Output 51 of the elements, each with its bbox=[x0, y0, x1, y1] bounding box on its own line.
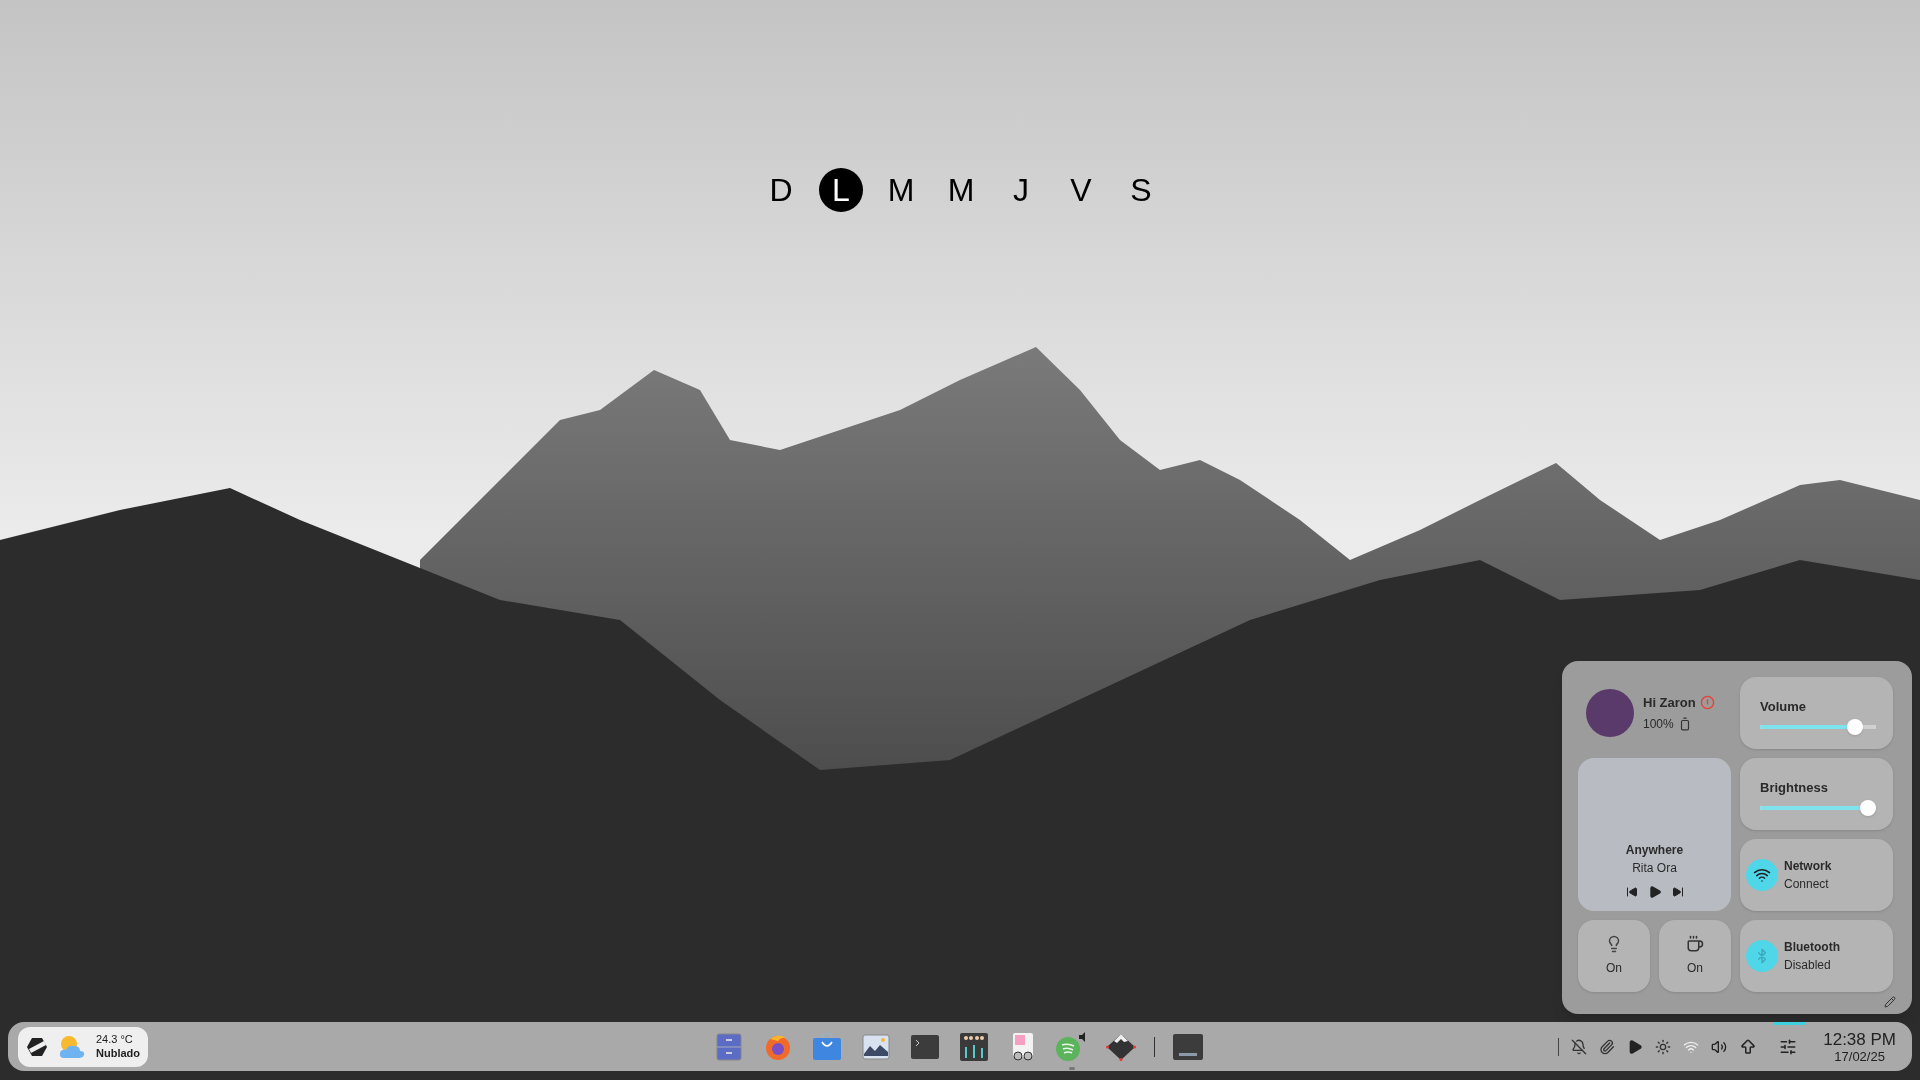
weekday: M bbox=[886, 171, 916, 210]
battery-percentage: 100% bbox=[1643, 716, 1674, 734]
active-indicator bbox=[1773, 1021, 1806, 1025]
volume-icon[interactable] bbox=[1711, 1038, 1728, 1055]
avatar-placeholder bbox=[1586, 689, 1634, 737]
weekday: J bbox=[1012, 171, 1030, 210]
slider-thumb[interactable] bbox=[1847, 718, 1864, 735]
light-toggle[interactable]: On bbox=[1578, 920, 1650, 992]
weekday: D bbox=[768, 171, 794, 210]
play-button[interactable] bbox=[1647, 885, 1662, 899]
greeting-text: Hi Zaron bbox=[1643, 693, 1696, 712]
caffeine-toggle[interactable]: On bbox=[1659, 920, 1731, 992]
network-label: Network bbox=[1784, 858, 1832, 875]
song-title: Anywhere bbox=[1625, 842, 1684, 859]
network-status: Connect bbox=[1784, 876, 1830, 893]
song-artist: Rita Ora bbox=[1632, 860, 1677, 877]
weekday: V bbox=[1069, 171, 1093, 210]
edit-icon[interactable] bbox=[1884, 996, 1896, 1008]
audio-mixer-icon[interactable] bbox=[959, 1032, 988, 1061]
weather-condition: Nublado bbox=[96, 1046, 140, 1061]
cup-icon bbox=[1686, 935, 1704, 953]
arrow-up-icon[interactable] bbox=[1739, 1037, 1758, 1056]
clock-date: 17/02/25 bbox=[1834, 1049, 1885, 1063]
hexagon-logo-icon[interactable] bbox=[26, 1036, 48, 1057]
temperature-text: 24.3 °C bbox=[96, 1032, 134, 1047]
brightness-icon[interactable] bbox=[1655, 1038, 1672, 1055]
network-tile[interactable]: Network Connect bbox=[1740, 839, 1893, 911]
weather-widget[interactable]: 24.3 °C Nublado bbox=[18, 1026, 148, 1067]
landscape-image-icon[interactable] bbox=[861, 1033, 890, 1060]
bluetooth-label: Bluetooth bbox=[1784, 939, 1840, 956]
play-icon[interactable] bbox=[1627, 1038, 1644, 1055]
sun-behind-cloud-icon bbox=[58, 1033, 86, 1060]
next-track-button[interactable] bbox=[1671, 886, 1684, 898]
mountain-diamond-icon[interactable] bbox=[1105, 1032, 1136, 1061]
paperclip-icon[interactable] bbox=[1599, 1038, 1616, 1055]
slider-label: Volume bbox=[1760, 698, 1807, 716]
terminal-icon[interactable] bbox=[910, 1034, 939, 1059]
bluetooth-tile[interactable]: Bluetooth Disabled bbox=[1740, 920, 1893, 992]
weekday: M bbox=[946, 171, 976, 210]
disk-drive-icon[interactable] bbox=[1172, 1033, 1203, 1060]
slider-thumb[interactable] bbox=[1860, 799, 1876, 816]
bell-off-icon[interactable] bbox=[1571, 1038, 1588, 1055]
bluetooth-icon bbox=[1746, 940, 1778, 972]
wifi-icon bbox=[1746, 859, 1778, 891]
drawer-cabinet-icon[interactable] bbox=[715, 1032, 742, 1061]
bluetooth-status: Disabled bbox=[1784, 957, 1832, 974]
weekday: S bbox=[1129, 171, 1153, 210]
settings-sliders-icon[interactable] bbox=[1779, 1037, 1798, 1056]
clock-time: 12:38 PM bbox=[1823, 1030, 1896, 1048]
previous-track-button[interactable] bbox=[1625, 886, 1638, 898]
slider-label: Brightness bbox=[1760, 779, 1829, 797]
